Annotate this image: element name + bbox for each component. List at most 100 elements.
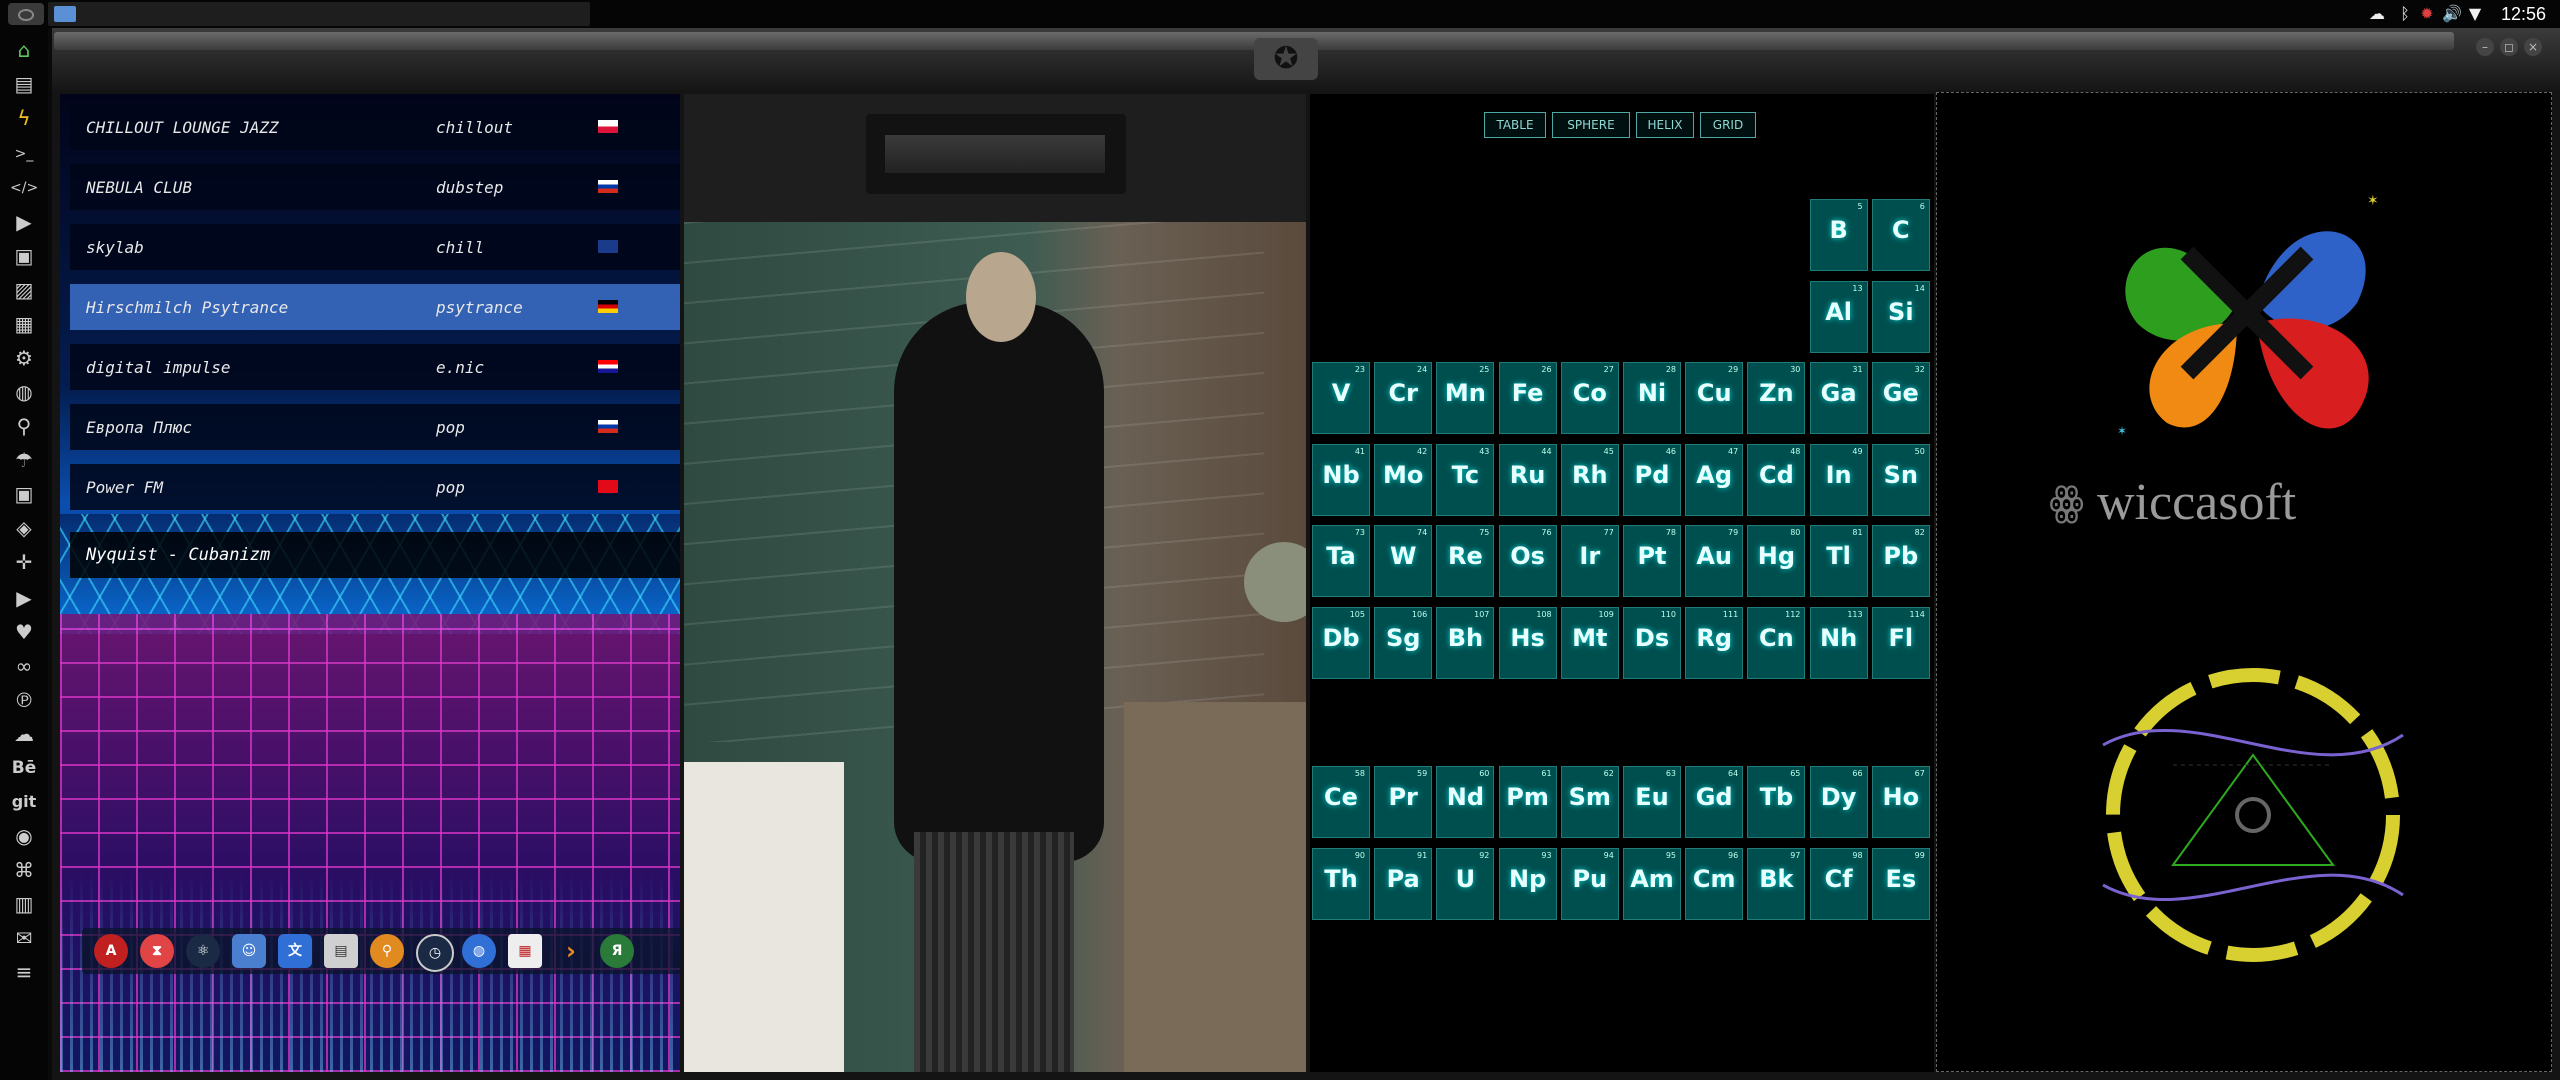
element-tile[interactable]: 108 Hs bbox=[1498, 606, 1557, 679]
globe-icon[interactable]: ◍ bbox=[10, 378, 38, 406]
element-tile[interactable]: 46 Pd bbox=[1623, 443, 1681, 516]
element-tile[interactable]: 111 Rg bbox=[1685, 606, 1744, 679]
element-tile[interactable]: 113 Nh bbox=[1809, 606, 1868, 679]
element-tile[interactable]: 13 Al bbox=[1809, 280, 1868, 353]
element-tile[interactable]: 5B bbox=[1809, 199, 1868, 272]
element-tile[interactable]: 59 Pr bbox=[1374, 766, 1433, 839]
clock[interactable]: 12:56 bbox=[2501, 4, 2546, 25]
station-item[interactable]: skylab chill bbox=[70, 224, 680, 270]
umbrella-icon[interactable]: ☂ bbox=[10, 446, 38, 474]
code-icon[interactable]: </> bbox=[10, 174, 38, 202]
calendar-icon[interactable]: ▦ bbox=[508, 934, 542, 968]
element-tile[interactable]: 82 Pb bbox=[1871, 525, 1930, 598]
graph-icon[interactable]: ⌘ bbox=[10, 856, 38, 884]
element-tile[interactable]: 65 Tb bbox=[1747, 766, 1806, 839]
github-icon[interactable]: ◉ bbox=[10, 822, 38, 850]
mail-icon[interactable]: ✉ bbox=[10, 924, 38, 952]
element-tile[interactable]: 49 In bbox=[1809, 443, 1868, 516]
element-tile[interactable]: 81 Tl bbox=[1809, 525, 1868, 598]
element-tile[interactable]: 80 Hg bbox=[1747, 525, 1806, 598]
wifi-icon[interactable]: ▼ bbox=[2466, 5, 2484, 23]
element-tile[interactable]: 98 Cf bbox=[1809, 847, 1868, 920]
settings-icon[interactable]: ⚙ bbox=[10, 344, 38, 372]
element-tile[interactable]: 25 Mn bbox=[1436, 362, 1495, 435]
helix-view-button[interactable]: HELIX bbox=[1636, 112, 1694, 138]
bluetooth-icon[interactable]: ᛒ bbox=[2396, 5, 2414, 23]
element-tile[interactable]: 67 Ho bbox=[1871, 766, 1930, 839]
element-tile[interactable]: 45 Rh bbox=[1560, 443, 1619, 516]
element-tile[interactable]: 47 Ag bbox=[1685, 443, 1744, 516]
heart-icon[interactable]: ♥ bbox=[10, 618, 38, 646]
element-tile[interactable]: 107 Bh bbox=[1436, 606, 1495, 679]
home-icon[interactable]: ⌂ bbox=[10, 36, 38, 64]
element-tile[interactable]: 61 Pm bbox=[1498, 766, 1557, 839]
tags-icon[interactable]: ◈ bbox=[10, 514, 38, 542]
news-icon[interactable]: ▦ bbox=[10, 310, 38, 338]
element-tile[interactable]: 42 Mo bbox=[1374, 443, 1433, 516]
yandex-icon[interactable]: Я bbox=[600, 934, 634, 968]
volume-icon[interactable]: 🔊 bbox=[2442, 5, 2462, 23]
crosshair-icon[interactable]: ✛ bbox=[10, 548, 38, 576]
play-icon[interactable]: › bbox=[554, 934, 588, 968]
element-tile[interactable]: 24 Cr bbox=[1374, 362, 1433, 435]
minimize-button[interactable]: – bbox=[2476, 38, 2494, 56]
pinterest-icon[interactable]: ℗ bbox=[10, 686, 38, 714]
element-tile[interactable]: 96 Cm bbox=[1685, 847, 1744, 920]
element-tile[interactable]: 77 Ir bbox=[1560, 525, 1619, 598]
behance-icon[interactable]: Bē bbox=[10, 754, 38, 782]
youtube-icon[interactable]: ▶ bbox=[10, 584, 38, 612]
grid-view-button[interactable]: GRID bbox=[1700, 112, 1756, 138]
atom-icon[interactable]: ⚛ bbox=[186, 934, 220, 968]
element-tile[interactable]: 28 Ni bbox=[1623, 362, 1681, 435]
element-tile[interactable]: 66 Dy bbox=[1809, 766, 1868, 839]
element-tile[interactable]: 64 Gd bbox=[1685, 766, 1744, 839]
element-tile[interactable]: 99 Es bbox=[1871, 847, 1930, 920]
window-titlebar[interactable]: ✪ – ◻ × bbox=[52, 28, 2560, 90]
element-tile[interactable]: 26 Fe bbox=[1498, 362, 1557, 435]
tray-icon[interactable]: ≡ bbox=[10, 958, 38, 986]
search-icon[interactable]: ⚲ bbox=[10, 412, 38, 440]
element-tile[interactable]: 94 Pu bbox=[1560, 847, 1619, 920]
update-icon[interactable]: ✹ bbox=[2418, 5, 2436, 23]
element-tile[interactable]: 27 Co bbox=[1560, 362, 1619, 435]
terminal-icon[interactable]: ▤ bbox=[324, 934, 358, 968]
element-tile[interactable]: 44 Ru bbox=[1498, 443, 1557, 516]
element-tile[interactable]: 106 Sg bbox=[1374, 606, 1433, 679]
terminal-icon[interactable]: >_ bbox=[10, 140, 38, 168]
element-tile[interactable]: 14 Si bbox=[1871, 280, 1930, 353]
element-tile[interactable]: 76 Os bbox=[1498, 525, 1557, 598]
element-tile[interactable]: 79 Au bbox=[1685, 525, 1744, 598]
element-tile[interactable]: 29 Cu bbox=[1685, 362, 1744, 435]
hourglass-icon[interactable]: ⧗ bbox=[140, 934, 174, 968]
element-tile[interactable]: 105 Db bbox=[1312, 606, 1370, 679]
play-icon[interactable]: ▶ bbox=[10, 208, 38, 236]
element-tile[interactable]: 30 Zn bbox=[1747, 362, 1806, 435]
globe-icon[interactable]: ◍ bbox=[462, 934, 496, 968]
adobe-icon[interactable]: A bbox=[94, 934, 128, 968]
bolt-icon[interactable]: ϟ bbox=[10, 104, 38, 132]
element-tile[interactable]: 63 Eu bbox=[1623, 766, 1681, 839]
folder-icon[interactable] bbox=[54, 6, 76, 22]
element-tile[interactable]: 90 Th bbox=[1312, 847, 1370, 920]
git-icon[interactable]: git bbox=[10, 788, 38, 816]
element-tile[interactable]: 91 Pa bbox=[1374, 847, 1433, 920]
element-tile[interactable]: 97 Bk bbox=[1747, 847, 1806, 920]
contacts-icon[interactable]: ▣ bbox=[10, 480, 38, 508]
element-tile[interactable]: 60 Nd bbox=[1436, 766, 1495, 839]
station-item[interactable]: Европа Плюс pop bbox=[70, 404, 680, 450]
element-tile[interactable]: 92 U bbox=[1436, 847, 1495, 920]
finder-icon[interactable]: ☺ bbox=[232, 934, 266, 968]
element-tile[interactable]: 23 V bbox=[1312, 362, 1370, 435]
element-tile[interactable]: 32 Ge bbox=[1871, 362, 1930, 435]
element-tile[interactable]: 48 Cd bbox=[1747, 443, 1806, 516]
element-tile[interactable]: 58 Ce bbox=[1312, 766, 1370, 839]
element-tile[interactable]: 41 Nb bbox=[1312, 443, 1370, 516]
element-tile[interactable]: 75 Re bbox=[1436, 525, 1495, 598]
element-tile[interactable]: 50 Sn bbox=[1871, 443, 1930, 516]
map-icon[interactable]: ▥ bbox=[10, 890, 38, 918]
translate-icon[interactable]: 文 bbox=[278, 934, 312, 968]
clock-icon[interactable]: ◷ bbox=[416, 934, 454, 972]
element-tile[interactable]: 114 Fl bbox=[1871, 606, 1930, 679]
element-tile[interactable]: 43 Tc bbox=[1436, 443, 1495, 516]
table-view-button[interactable]: TABLE bbox=[1484, 112, 1546, 138]
